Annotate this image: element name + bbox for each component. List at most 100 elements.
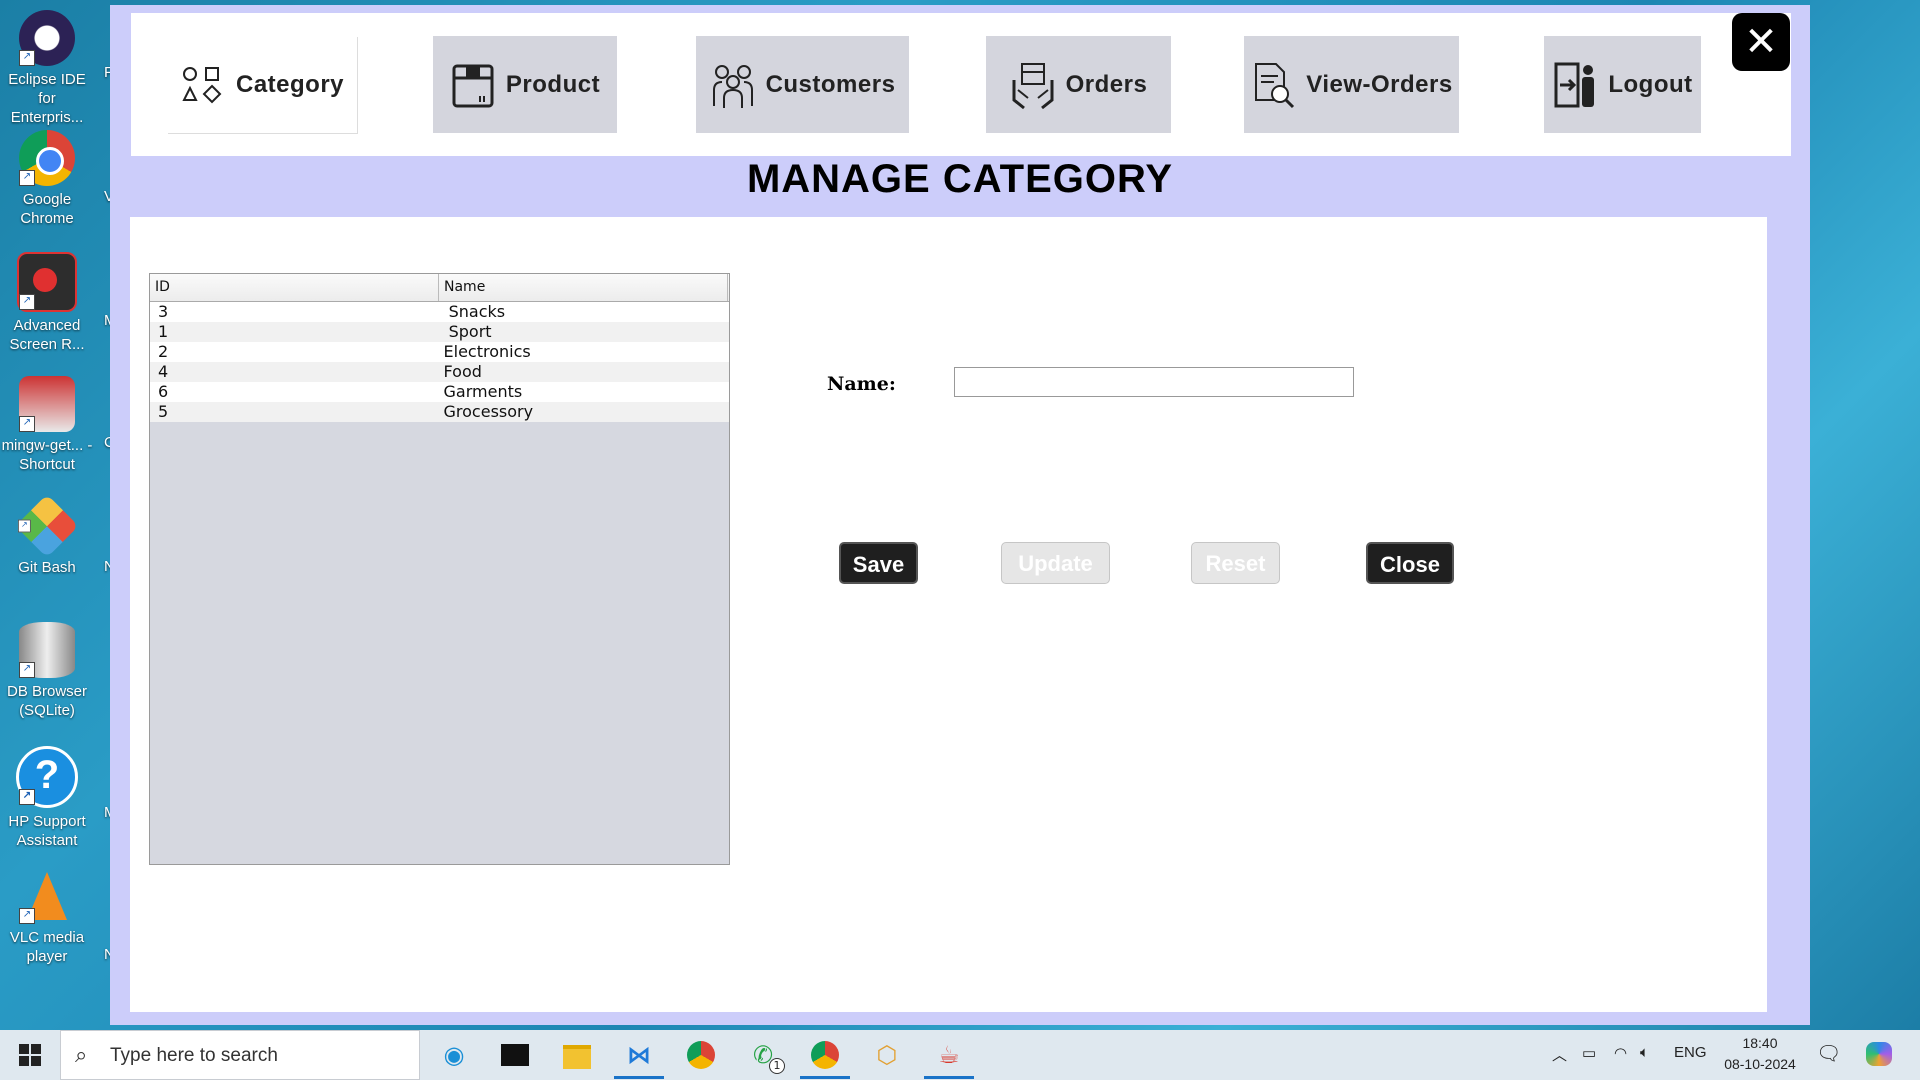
table-row[interactable]: 1 Sport <box>150 322 729 342</box>
cell-id: 5 <box>158 402 169 421</box>
desktop-icon-label: VLC media player <box>9 929 85 965</box>
chrome-icon[interactable] <box>807 1038 843 1072</box>
mingw-icon: ↗ <box>19 376 75 432</box>
search-icon: ⌕ <box>75 1043 88 1068</box>
save-button[interactable]: Save <box>839 542 918 584</box>
table-row[interactable]: 4 Food <box>150 362 729 382</box>
clock-date: 08-10-2024 <box>1724 1056 1796 1072</box>
package-hands-icon <box>1012 62 1054 109</box>
desktop-icon-hp-support[interactable]: ? ↗ HP Support Assistant <box>0 746 94 850</box>
nav-orders-label: Orders <box>1065 70 1148 98</box>
help-icon: ? ↗ <box>16 746 78 808</box>
desktop-icon-mingw[interactable]: ↗ mingw-get... - Shortcut <box>0 376 94 474</box>
nav-customers-label: Customers <box>765 70 896 98</box>
update-button[interactable]: Update <box>1001 542 1110 584</box>
cell-name: Grocessory <box>443 402 534 421</box>
shortcut-arrow-icon: ↗ <box>19 789 35 805</box>
cell-id: 4 <box>158 362 169 381</box>
shortcut-arrow-icon: ↗ <box>19 294 35 310</box>
screen-recorder-icon: ↗ <box>17 252 77 312</box>
nav-product-button[interactable]: Product <box>433 36 617 133</box>
cell-id: 6 <box>158 382 169 401</box>
cell-name: Food <box>443 362 482 381</box>
nav-customers-button[interactable]: Customers <box>696 36 909 133</box>
app-window: Category Product Customers Orders View-O… <box>110 5 1810 1025</box>
shortcut-arrow-icon: ↗ <box>19 662 35 678</box>
people-icon <box>712 64 753 108</box>
desktop-icon-label: Google Chrome <box>20 191 74 227</box>
desktop-icon-db-browser[interactable]: ↗ DB Browser (SQLite) <box>0 622 94 720</box>
whatsapp-icon[interactable]: ✆ 1 <box>745 1038 785 1074</box>
document-search-icon <box>1255 62 1295 108</box>
database-icon: ↗ <box>19 622 75 678</box>
shortcut-arrow-icon: ↗ <box>19 170 35 186</box>
nav-orders-button[interactable]: Orders <box>986 36 1171 133</box>
shortcut-arrow-icon: ↗ <box>19 50 35 66</box>
shortcut-arrow-icon: ↗ <box>17 519 31 533</box>
git-bash-icon: ↗ <box>15 494 79 558</box>
taskbar: ⌕ Type here to search ◉ ⋈ ✆ 1 ⬡ ☕ ︿ ▭ ◠ … <box>0 1030 1920 1080</box>
nav-logout-button[interactable]: Logout <box>1544 36 1701 133</box>
cell-name: Sport <box>443 322 492 341</box>
table-row[interactable]: 6 Garments <box>150 382 729 402</box>
logout-icon <box>1554 62 1595 107</box>
language-indicator[interactable]: ENG <box>1674 1044 1707 1061</box>
reset-button[interactable]: Reset <box>1191 542 1280 584</box>
wifi-icon[interactable]: ◠ <box>1614 1044 1627 1062</box>
taskbar-search[interactable]: ⌕ Type here to search <box>60 1030 420 1080</box>
shapes-icon <box>182 66 222 103</box>
content-panel: ID Name 3 Snacks 1 Sport 2 Electronics 4 <box>130 217 1767 1012</box>
nav-logout-label: Logout <box>1608 70 1693 98</box>
desktop-icon-chrome[interactable]: ↗ Google Chrome <box>0 130 94 228</box>
cell-id: 3 <box>158 302 169 321</box>
volume-icon[interactable]: 🔈︎ <box>1640 1044 1649 1061</box>
desktop-icon-label: Git Bash <box>18 559 76 576</box>
shortcut-arrow-icon: ↗ <box>19 908 35 924</box>
shortcut-arrow-icon: ↗ <box>19 416 35 432</box>
notification-badge: 1 <box>769 1058 785 1074</box>
file-explorer-icon[interactable] <box>559 1038 595 1072</box>
column-header-name[interactable]: Name <box>439 274 728 301</box>
clock[interactable]: 18:40 08-10-2024 <box>1710 1033 1810 1075</box>
desktop-icon-git-bash[interactable]: ↗ Git Bash <box>0 494 94 577</box>
desktop-icon-label: Advanced Screen R... <box>9 317 85 353</box>
nav-category-button[interactable]: Category <box>167 36 357 133</box>
close-window-button[interactable]: ✕ <box>1732 13 1790 71</box>
close-button[interactable]: Close <box>1366 542 1454 584</box>
cell-name: Snacks <box>443 302 506 321</box>
clock-time: 18:40 <box>1742 1035 1778 1051</box>
cell-name: Electronics <box>443 342 531 361</box>
name-field-label: Name: <box>827 373 896 395</box>
active-app-indicator <box>614 1076 664 1079</box>
column-header-id[interactable]: ID <box>150 274 439 301</box>
search-placeholder: Type here to search <box>110 1045 278 1066</box>
table-row[interactable]: 5 Grocessory <box>150 402 729 422</box>
copilot-icon[interactable] <box>1866 1042 1892 1066</box>
name-input[interactable] <box>954 367 1354 397</box>
box-icon <box>452 64 494 107</box>
active-app-indicator <box>924 1076 974 1079</box>
nav-view-orders-button[interactable]: View-Orders <box>1244 36 1459 133</box>
chrome-icon[interactable] <box>683 1038 719 1072</box>
chevron-up-icon[interactable]: ︿ <box>1552 1044 1567 1065</box>
vscode-icon[interactable]: ⋈ <box>621 1038 657 1072</box>
battery-icon[interactable]: ▭ <box>1582 1044 1596 1062</box>
desktop-icon-vlc[interactable]: ↗ VLC media player <box>0 868 94 966</box>
desktop-icon-eclipse[interactable]: ↗ Eclipse IDE for Enterpris... <box>0 10 94 127</box>
vlc-icon: ↗ <box>19 868 75 924</box>
terminal-icon[interactable] <box>497 1038 533 1072</box>
desktop-icon-label: HP Support Assistant <box>8 813 86 849</box>
nav-product-label: Product <box>505 70 601 98</box>
edge-icon[interactable]: ◉ <box>436 1038 472 1072</box>
windows-start-icon[interactable] <box>12 1038 48 1072</box>
cell-name: Garments <box>443 382 523 401</box>
notifications-icon[interactable]: 🗨︎ <box>1816 1041 1841 1066</box>
navigation-bar: Category Product Customers Orders View-O… <box>131 13 1791 156</box>
table-row[interactable]: 3 Snacks <box>150 302 729 322</box>
category-table[interactable]: ID Name 3 Snacks 1 Sport 2 Electronics 4 <box>149 273 730 865</box>
cube-app-icon[interactable]: ⬡ <box>869 1038 905 1072</box>
table-row[interactable]: 2 Electronics <box>150 342 729 362</box>
java-icon[interactable]: ☕ <box>931 1038 967 1072</box>
cell-id: 2 <box>158 342 169 361</box>
desktop-icon-screen-recorder[interactable]: ↗ Advanced Screen R... <box>0 252 94 354</box>
